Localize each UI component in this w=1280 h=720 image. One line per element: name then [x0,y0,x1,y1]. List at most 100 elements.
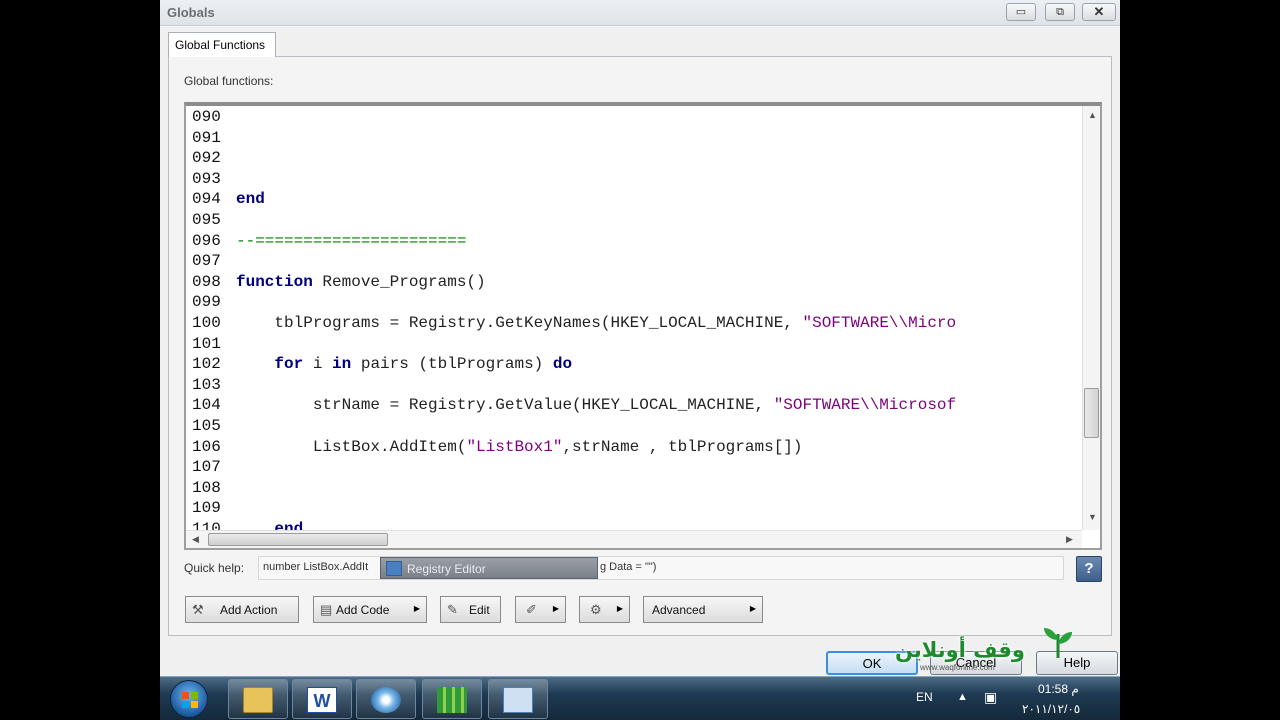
start-button[interactable] [170,680,208,718]
restore-button[interactable]: ⧉ [1045,3,1075,21]
line-number: 107 [192,458,221,477]
code-line[interactable]: 109 [192,499,236,519]
taskbar-grid-app[interactable] [422,679,482,719]
line-number: 093 [192,169,221,188]
line-number: 095 [192,211,221,229]
language-indicator[interactable]: EN [916,690,933,704]
taskbar-media[interactable] [356,679,416,719]
minimize-button[interactable]: ▭ [1006,3,1036,21]
registry-editor-label: Registry Editor [407,562,486,576]
screen: Globals ▭ ⧉ ✕ Global Functions Global fu… [160,0,1120,720]
add-code-label: Add Code [336,603,390,617]
watermark-text: وقف أونلاين [895,638,1025,662]
taskbar-word[interactable]: W [292,679,352,719]
leaf-logo-icon [1044,628,1072,658]
scroll-up-icon[interactable]: ▲ [1088,110,1097,120]
code-line[interactable]: 103 [192,376,236,396]
clock-time[interactable]: 01:58 م [1038,682,1079,696]
code-line[interactable]: 096 --====================== [192,232,466,252]
line-number: 091 [192,128,221,147]
code-line[interactable]: 098 function Remove_Programs() [192,273,486,293]
code-view[interactable]: 090 091 092 093 094 end 095 096 --==============… [186,106,1082,530]
title-bar: Globals ▭ ⧉ ✕ [160,0,1120,26]
taskbar: W ▲ ▣ [160,676,1120,720]
code-line[interactable]: 105 [192,417,236,437]
scroll-right-icon[interactable]: ▶ [1066,534,1073,545]
code-token: end [236,520,304,530]
code-token: do [552,355,573,374]
code-token: i [303,355,333,374]
code-token: "SOFTWARE\\Micro [802,314,957,332]
vertical-scrollbar[interactable]: ▲ ▼ [1082,106,1100,530]
code-line[interactable]: 093 [192,170,236,190]
code-token: Remove_Programs() [312,272,486,291]
code-line[interactable]: 095 [192,211,236,231]
code-editor[interactable]: 090 091 092 093 094 end 095 096 --==============… [184,102,1102,550]
edit-button[interactable]: ✎ Edit [440,596,501,623]
pen-icon: ✐ [526,602,537,617]
code-line[interactable]: 106 ListBox.AddItem("ListBox1",strName ,… [192,438,803,458]
line-number: 101 [192,334,221,353]
scroll-down-icon[interactable]: ▼ [1088,512,1097,522]
explorer-icon [243,687,273,713]
line-number: 094 [192,190,221,209]
line-number: 100 [192,314,221,332]
word-icon: W [307,687,337,713]
media-icon [371,687,401,713]
code-token: end [236,190,265,209]
wand-icon: ⚒ [192,602,204,617]
scroll-left-icon[interactable]: ◀ [192,534,199,545]
show-hidden-icons[interactable]: ▲ [957,691,968,703]
line-number: 102 [192,355,221,374]
vertical-scroll-thumb[interactable] [1084,388,1099,438]
dropdown-arrow-icon: ▶ [413,604,420,613]
code-token: for [274,355,304,374]
pen-menu-button[interactable]: ✐ ▶ [515,596,566,623]
add-code-button[interactable]: ▤ Add Code ▶ [313,596,427,623]
tab-global-functions[interactable]: Global Functions [168,32,276,57]
registry-editor-popup[interactable]: Registry Editor [380,557,598,579]
quick-help-text: number ListBox.AddIt [263,561,369,573]
add-action-button[interactable]: ⚒ Add Action [185,596,299,623]
add-action-label: Add Action [220,603,278,617]
code-line[interactable]: 092 [192,149,236,169]
code-line[interactable]: 101 [192,335,236,355]
line-number: 105 [192,417,221,435]
line-number: 104 [192,396,221,415]
code-line[interactable]: 107 [192,458,236,478]
dropdown-arrow-icon: ▶ [616,604,623,613]
edit-icon: ✎ [447,602,458,617]
quick-help-button[interactable]: ? [1076,556,1102,582]
tools-menu-button[interactable]: ⚙ ▶ [579,596,630,623]
quick-help-text-end: g Data = "") [600,561,657,573]
advanced-label: Advanced [652,603,706,617]
line-number: 109 [192,499,221,518]
code-token: "ListBox1" [466,437,563,456]
horizontal-scrollbar[interactable]: ◀ ▶ [186,530,1082,548]
code-token: tblPrograms = Registry.GetKeyNames(HKEY_… [236,314,803,332]
code-token: pairs (tblPrograms) [351,355,553,374]
horizontal-scroll-thumb[interactable] [208,533,388,546]
taskbar-registry[interactable] [488,679,548,719]
close-button[interactable]: ✕ [1082,3,1116,21]
clock-date[interactable]: ٢٠١١/١٢/٠٥ [1022,702,1080,716]
code-token: in [332,355,352,374]
code-line[interactable]: 102 for i in pairs (tblPrograms) do [192,355,572,375]
code-line[interactable]: 094 end [192,190,265,210]
code-line[interactable]: 100 tblPrograms = Registry.GetKeyNames(H… [192,314,956,334]
line-number: 110 [192,520,221,530]
code-line[interactable]: 090 [192,108,236,128]
network-icon[interactable]: ▣ [984,689,997,706]
code-line[interactable]: 104 strName = Registry.GetValue(HKEY_LOC… [192,396,956,416]
line-number: 106 [192,437,221,456]
taskbar-explorer[interactable] [228,679,288,719]
code-line[interactable]: 108 [192,479,236,499]
code-line[interactable]: 097 [192,252,236,272]
line-number: 090 [192,108,221,126]
tools-icon: ⚙ [590,602,602,617]
code-line[interactable]: 091 [192,129,236,149]
code-line[interactable]: 110 end [192,520,303,530]
code-line[interactable]: 099 [192,293,236,313]
advanced-button[interactable]: Advanced ▶ [643,596,763,623]
